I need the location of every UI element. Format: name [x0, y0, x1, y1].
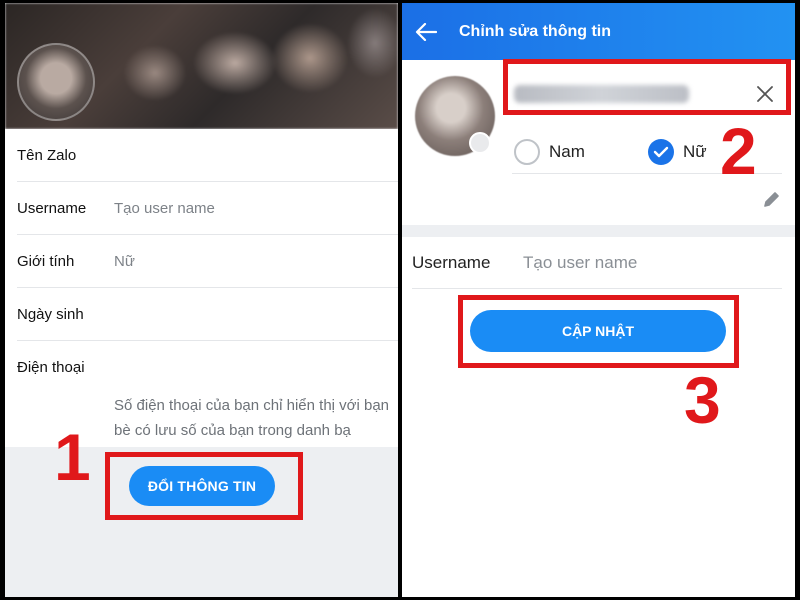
- phone-privacy-note: Số điện thoại của bạn chỉ hiển thị với b…: [114, 397, 390, 439]
- edit-info-screen: Chỉnh sửa thông tin Nam Nữ 2 Username Tạ…: [402, 3, 795, 597]
- row-label: Điện thoại: [17, 359, 85, 376]
- row-label: Giới tính: [17, 252, 75, 270]
- profile-info-list: Tên Zalo Username Tạo user name Giới tín…: [5, 129, 398, 447]
- username-placeholder: Tạo user name: [523, 252, 638, 272]
- highlight-box-step-2: [503, 59, 791, 115]
- gender-label-male: Nam: [549, 142, 585, 161]
- username-form: Username Tạo user name CẬP NHẬT 3: [402, 237, 795, 597]
- page-title: Chỉnh sửa thông tin: [459, 22, 612, 40]
- radio-male[interactable]: [514, 139, 540, 165]
- step-number-3: 3: [684, 363, 721, 437]
- avatar[interactable]: [17, 43, 95, 121]
- pencil-icon[interactable]: [763, 190, 781, 208]
- row-username: Username Tạo user name: [17, 182, 398, 235]
- header-bar: Chỉnh sửa thông tin: [402, 3, 795, 60]
- row-birthday: Ngày sinh: [17, 288, 398, 341]
- username-field[interactable]: Username Tạo user name: [412, 237, 782, 289]
- radio-female[interactable]: [648, 139, 674, 165]
- row-label: Username: [17, 199, 87, 217]
- row-gender: Giới tính Nữ: [17, 235, 398, 288]
- back-arrow-icon[interactable]: [402, 3, 450, 60]
- checkmark-icon: [653, 146, 669, 158]
- row-phone: Điện thoại: [17, 341, 398, 394]
- gender-label-female: Nữ: [683, 142, 707, 161]
- step-number-2: 2: [720, 114, 757, 188]
- username-label: Username: [412, 252, 491, 272]
- row-zalo-name: Tên Zalo: [17, 129, 398, 182]
- row-label: Tên Zalo: [17, 146, 77, 164]
- row-label: Ngày sinh: [17, 305, 84, 323]
- profile-info-screen: Tên Zalo Username Tạo user name Giới tín…: [5, 3, 398, 597]
- highlight-box-step-3: [458, 295, 739, 368]
- highlight-box-step-1: [105, 452, 303, 520]
- camera-icon[interactable]: [469, 132, 491, 154]
- step-number-1: 1: [54, 420, 91, 494]
- row-value: Nữ: [114, 252, 135, 270]
- row-value: Tạo user name: [114, 199, 215, 217]
